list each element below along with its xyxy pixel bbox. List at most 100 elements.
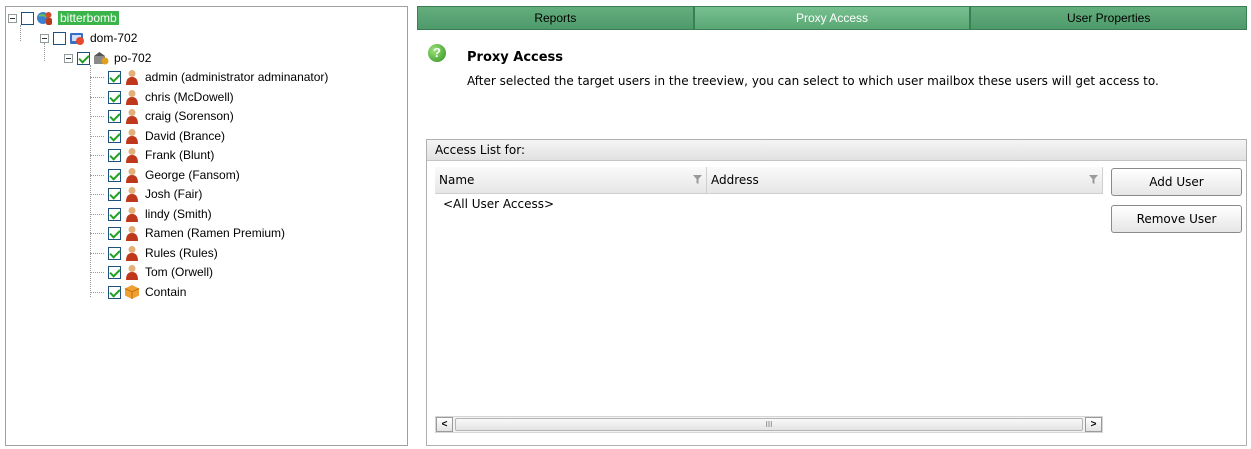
user-label: Frank (Blunt) xyxy=(145,148,215,162)
tab-bar: Reports Proxy Access User Properties xyxy=(417,6,1248,30)
tree-connector xyxy=(20,25,21,41)
user-icon xyxy=(126,90,138,105)
tree-connector xyxy=(90,233,104,234)
tab-user-properties[interactable]: User Properties xyxy=(970,6,1248,30)
user-label: Rules (Rules) xyxy=(145,246,218,260)
root-label: bitterbomb xyxy=(58,11,119,25)
user-checkbox[interactable] xyxy=(108,187,121,201)
root-checkbox[interactable] xyxy=(21,11,34,25)
user-label: craig (Sorenson) xyxy=(145,109,234,123)
user-label: George (Fansom) xyxy=(145,168,240,182)
page-description: After selected the target users in the t… xyxy=(467,74,1159,88)
table-row[interactable]: <All User Access> xyxy=(435,194,1103,214)
user-checkbox[interactable] xyxy=(108,226,121,240)
tree-connector xyxy=(90,116,104,117)
post-office-icon xyxy=(94,52,109,65)
scroll-right-button[interactable]: > xyxy=(1085,417,1102,432)
user-checkbox[interactable] xyxy=(108,129,121,143)
grid-header: Name Address xyxy=(435,167,1103,194)
user-icon xyxy=(126,109,138,124)
user-checkbox[interactable] xyxy=(108,109,121,123)
user-checkbox[interactable] xyxy=(108,265,121,279)
user-label: admin (administrator adminanator) xyxy=(145,70,329,84)
post-office-checkbox[interactable] xyxy=(77,51,90,65)
help-icon: ? xyxy=(428,44,446,62)
tree-connector xyxy=(90,77,104,78)
tree-connector xyxy=(90,272,104,273)
tree-connector xyxy=(90,65,91,297)
domain-icon xyxy=(70,33,84,45)
tree-connector xyxy=(90,194,104,195)
user-checkbox[interactable] xyxy=(108,90,121,104)
column-address-label: Address xyxy=(711,173,759,187)
domain-checkbox[interactable] xyxy=(53,31,66,45)
tree-connector xyxy=(90,253,104,254)
user-label: lindy (Smith) xyxy=(145,207,212,221)
user-checkbox[interactable] xyxy=(108,168,121,182)
tree-node-user[interactable]: Rules (Rules) xyxy=(108,244,218,262)
filter-icon[interactable] xyxy=(1089,175,1098,184)
tree-view[interactable]: bitterbomb dom-702 po-702 admin (adminis… xyxy=(5,6,408,446)
tree-node-user[interactable]: David (Brance) xyxy=(108,127,225,145)
user-icon xyxy=(126,168,138,183)
user-icon xyxy=(126,226,138,241)
collapse-toggle[interactable] xyxy=(64,53,73,63)
tree-node-user[interactable]: Frank (Blunt) xyxy=(108,146,214,164)
access-list-heading: Access List for: xyxy=(427,140,1246,161)
horizontal-scrollbar[interactable]: < III > xyxy=(435,416,1103,433)
column-name-label: Name xyxy=(439,173,475,187)
tree-connector xyxy=(90,136,104,137)
user-icon xyxy=(126,246,138,261)
user-checkbox[interactable] xyxy=(108,148,121,162)
resource-label: Contain xyxy=(145,285,187,299)
tree-node-user[interactable]: craig (Sorenson) xyxy=(108,107,234,125)
tree-node-user[interactable]: Ramen (Ramen Premium) xyxy=(108,224,285,242)
user-label: Ramen (Ramen Premium) xyxy=(145,226,286,240)
user-checkbox[interactable] xyxy=(108,70,121,84)
column-header-name[interactable]: Name xyxy=(435,167,707,193)
tree-connector xyxy=(90,155,104,156)
remove-user-button[interactable]: Remove User xyxy=(1111,205,1242,233)
tree-node-resource[interactable]: Contain xyxy=(108,283,186,301)
user-checkbox[interactable] xyxy=(108,207,121,221)
access-list-grid[interactable]: Name Address <All User Access> < III > xyxy=(435,167,1103,443)
tree-connector xyxy=(90,97,104,98)
page-title: Proxy Access xyxy=(467,50,564,65)
tree-node-user[interactable]: lindy (Smith) xyxy=(108,205,212,223)
domain-label: dom-702 xyxy=(90,31,138,45)
tree-node-user[interactable]: admin (administrator adminanator) xyxy=(108,68,328,86)
resource-checkbox[interactable] xyxy=(108,285,121,299)
tab-proxy-access[interactable]: Proxy Access xyxy=(693,6,971,30)
user-checkbox[interactable] xyxy=(108,246,121,260)
user-label: Josh (Fair) xyxy=(145,187,203,201)
resource-box-icon xyxy=(124,285,140,299)
tree-connector xyxy=(90,214,104,215)
filter-icon[interactable] xyxy=(693,175,702,184)
tree-node-user[interactable]: chris (McDowell) xyxy=(108,88,234,106)
add-user-button[interactable]: Add User xyxy=(1111,168,1242,196)
post-office-label: po-702 xyxy=(114,51,152,65)
tree-connector xyxy=(90,292,104,293)
user-icon xyxy=(126,148,138,163)
tab-reports[interactable]: Reports xyxy=(417,6,694,30)
user-icon xyxy=(126,187,138,202)
tree-node-domain[interactable]: dom-702 xyxy=(40,29,137,47)
column-header-address[interactable]: Address xyxy=(707,167,1103,193)
collapse-toggle[interactable] xyxy=(40,33,49,43)
collapse-toggle[interactable] xyxy=(8,13,17,23)
tree-node-user[interactable]: George (Fansom) xyxy=(108,166,240,184)
tree-node-root[interactable]: bitterbomb xyxy=(8,9,119,27)
user-icon xyxy=(126,265,138,280)
row-name-cell: <All User Access> xyxy=(443,197,555,211)
scroll-thumb[interactable]: III xyxy=(455,418,1083,431)
tree-node-user[interactable]: Tom (Orwell) xyxy=(108,263,213,281)
user-label: chris (McDowell) xyxy=(145,90,234,104)
tree-node-user[interactable]: Josh (Fair) xyxy=(108,185,202,203)
tree-connector xyxy=(90,175,104,176)
tree-node-post-office[interactable]: po-702 xyxy=(64,49,151,67)
globe-user-icon xyxy=(37,12,52,25)
scroll-left-button[interactable]: < xyxy=(436,417,453,432)
user-label: David (Brance) xyxy=(145,129,226,143)
user-label: Tom (Orwell) xyxy=(145,265,213,279)
user-icon xyxy=(126,70,138,85)
